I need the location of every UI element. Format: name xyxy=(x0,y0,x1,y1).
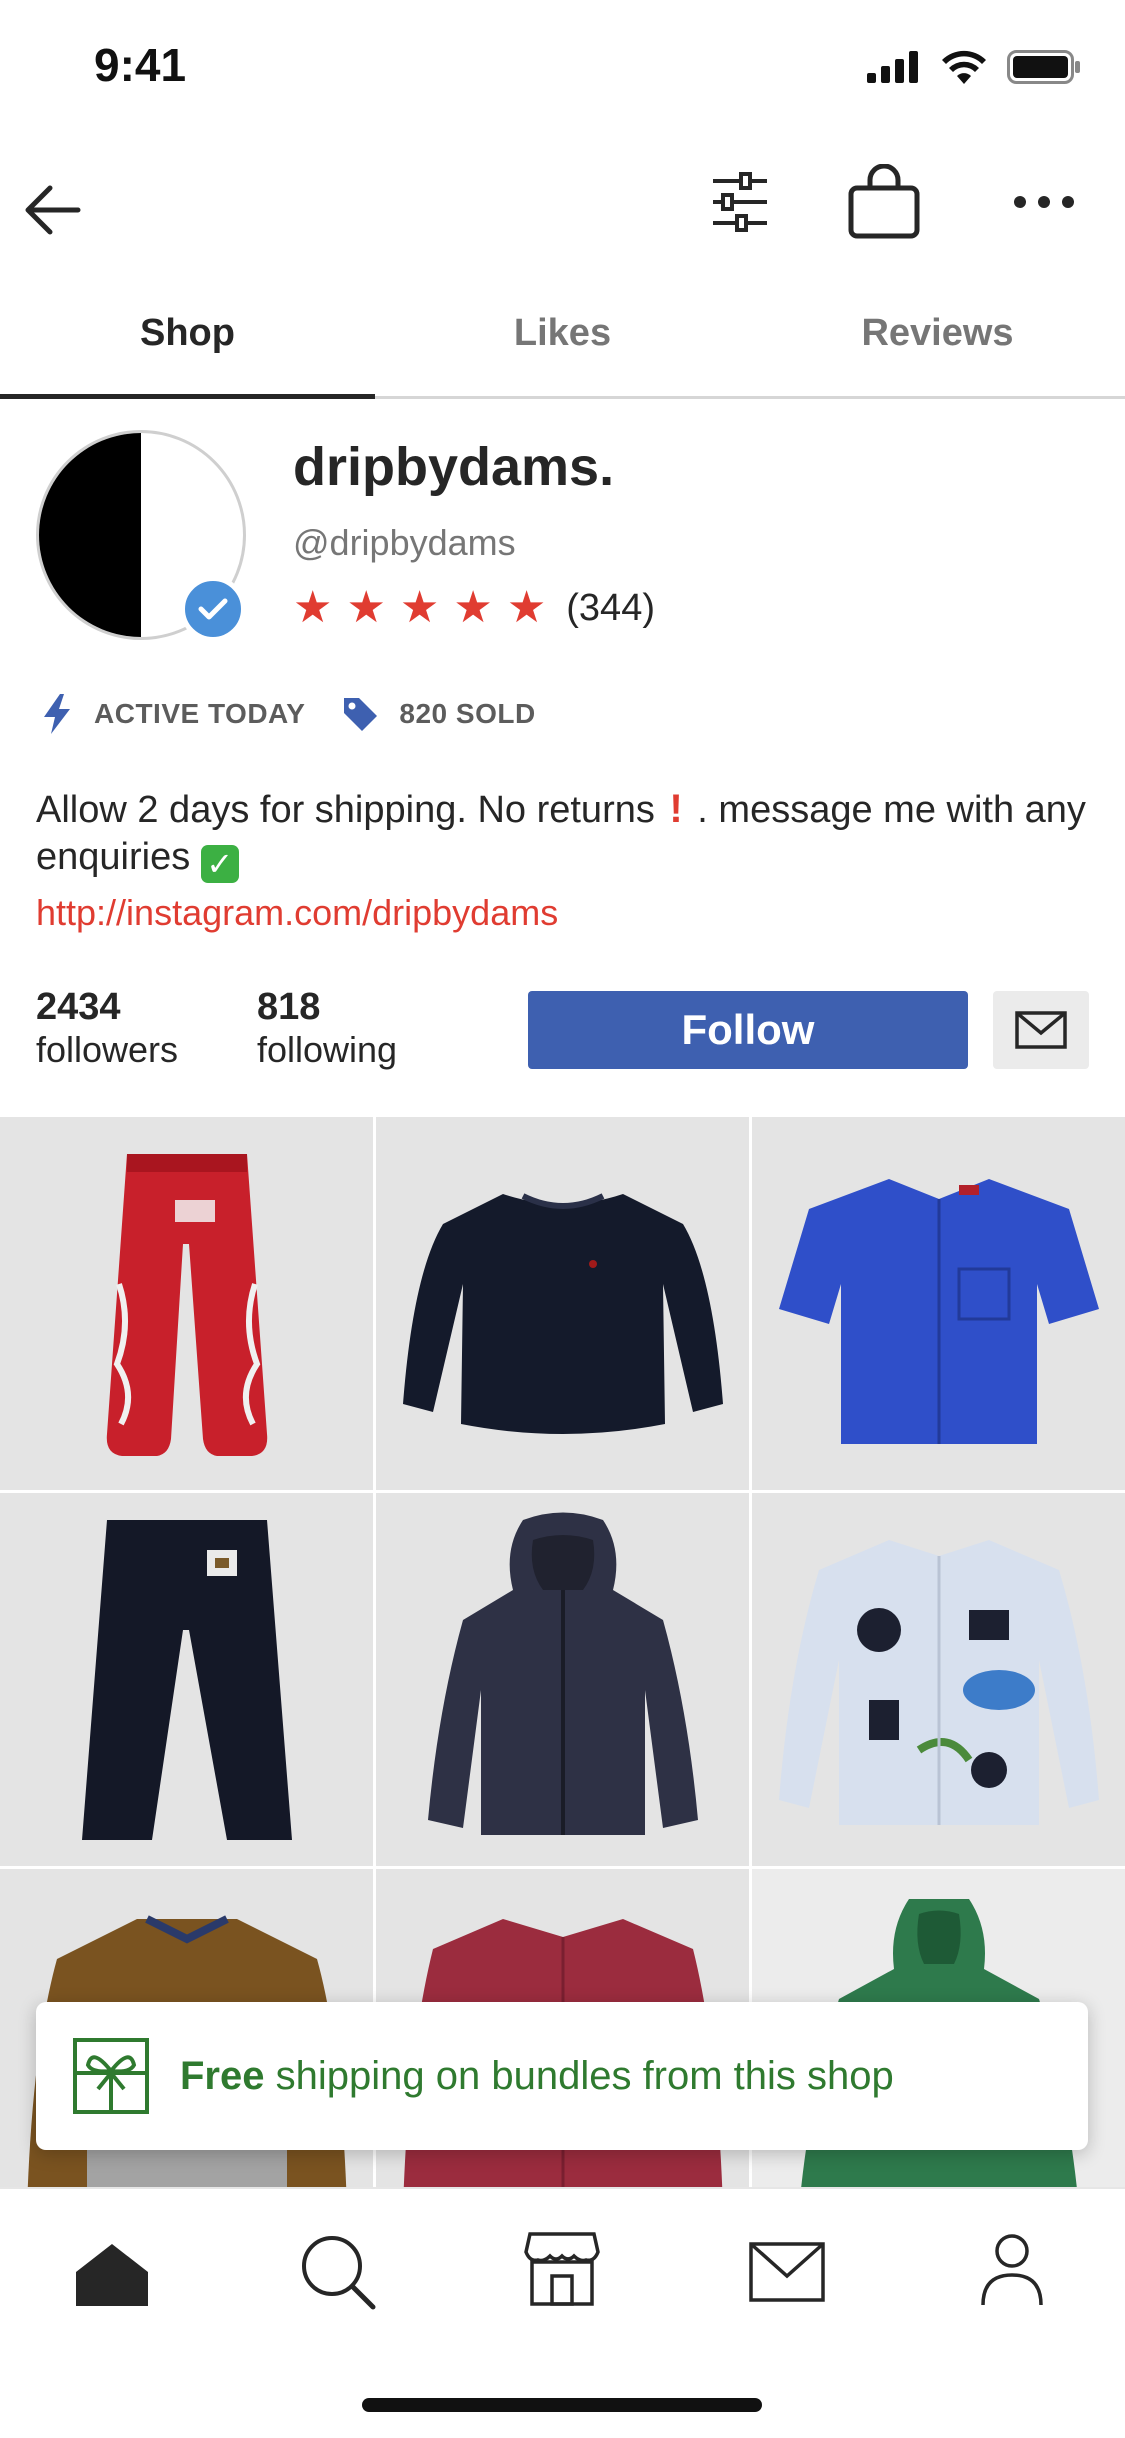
message-button[interactable] xyxy=(993,991,1089,1069)
status-time: 9:41 xyxy=(94,39,187,91)
sold-count-label: 820 SOLD xyxy=(399,698,536,729)
checkmark-icon xyxy=(198,598,228,620)
gift-icon xyxy=(73,2038,149,2114)
free-shipping-banner[interactable]: Free shipping on bundles from this shop xyxy=(36,2002,1088,2150)
banner-text: shipping on bundles from this shop xyxy=(264,2053,894,2098)
arrow-left-icon xyxy=(25,185,81,235)
shop-bio: Allow 2 days for shipping. No returns ! … xyxy=(36,786,1096,883)
envelope-icon xyxy=(1015,1011,1067,1049)
more-dots-icon xyxy=(1014,196,1074,208)
star-icon: ★ xyxy=(453,583,493,632)
banner-message: Free shipping on bundles from this shop xyxy=(180,2054,894,2099)
avatar-black-half xyxy=(39,433,141,637)
more-options-button[interactable] xyxy=(1004,172,1084,232)
rating-count: (344) xyxy=(566,586,655,629)
following-stat[interactable]: 818 following xyxy=(257,986,397,1071)
sweatpants-image xyxy=(106,1153,267,1456)
product-tile-navy-windbreaker-jacket[interactable] xyxy=(376,1493,749,1866)
banner-bold-text: Free xyxy=(180,2053,265,2098)
home-indicator xyxy=(362,2398,762,2412)
product-tile-black-cargo-pants[interactable] xyxy=(0,1493,373,1866)
filter-button[interactable] xyxy=(700,162,780,242)
nav-search[interactable] xyxy=(288,2227,388,2317)
star-icon: ★ xyxy=(506,583,547,632)
tab-shop[interactable]: Shop xyxy=(0,270,375,399)
profile-icon xyxy=(981,2234,1043,2306)
sweatshirt-image xyxy=(402,1192,723,1434)
bio-link[interactable]: http://instagram.com/dripbydams xyxy=(36,892,558,934)
followers-label: followers xyxy=(36,1029,179,1070)
tag-icon xyxy=(344,698,378,731)
search-icon xyxy=(302,2236,376,2310)
nav-shop[interactable] xyxy=(512,2223,612,2313)
pants-image xyxy=(81,1519,292,1840)
product-tile-red-sweatpants[interactable] xyxy=(0,1117,373,1490)
shop-badges: ACTIVE TODAY 820 SOLD xyxy=(42,694,536,734)
bio-text-1: Allow 2 days for shipping. No returns xyxy=(36,789,655,831)
storefront-icon xyxy=(524,2232,600,2306)
status-icons xyxy=(867,50,1081,84)
bag-button[interactable] xyxy=(842,160,926,244)
followers-count: 2434 xyxy=(36,986,121,1028)
exclamation-emoji-icon: ! xyxy=(669,787,683,831)
follow-button[interactable]: Follow xyxy=(528,991,968,1069)
nav-profile[interactable] xyxy=(962,2225,1062,2315)
wifi-icon xyxy=(942,50,986,84)
lightning-icon xyxy=(44,694,70,734)
battery-icon xyxy=(1007,50,1080,84)
verified-badge-icon xyxy=(180,576,246,642)
product-tile-printed-button-shirt[interactable] xyxy=(752,1493,1125,1866)
product-tile-blue-short-sleeve-shirt[interactable] xyxy=(752,1117,1125,1490)
star-icon: ★ xyxy=(293,583,333,632)
star-icon: ★ xyxy=(346,583,386,632)
filter-sliders-icon xyxy=(713,172,767,232)
shop-handle: @dripbydams xyxy=(293,522,516,563)
following-count: 818 xyxy=(257,986,321,1028)
jacket-image xyxy=(427,1512,698,1835)
profile-tabs: Shop Likes Reviews xyxy=(0,270,1125,399)
shopping-bag-icon xyxy=(848,164,920,239)
top-navigation xyxy=(0,160,1125,260)
active-today-label: ACTIVE TODAY xyxy=(94,698,306,729)
star-icon: ★ xyxy=(399,583,440,632)
home-icon xyxy=(76,2244,148,2306)
product-tile-navy-sweatshirt[interactable] xyxy=(376,1117,749,1490)
nav-home[interactable] xyxy=(62,2229,162,2319)
followers-stat[interactable]: 2434 followers xyxy=(36,986,178,1071)
nav-inbox[interactable] xyxy=(737,2227,837,2317)
envelope-icon xyxy=(749,2242,825,2302)
tab-reviews[interactable]: Reviews xyxy=(750,270,1125,396)
shirt-image xyxy=(778,1178,1099,1444)
rating[interactable]: ★ ★ ★ ★ ★ (344) xyxy=(293,586,655,630)
printed-shirt-image xyxy=(778,1539,1099,1825)
cellular-signal-icon xyxy=(867,51,918,83)
check-emoji-icon: ✓ xyxy=(200,845,239,883)
following-label: following xyxy=(257,1029,398,1070)
shop-name: dripbydams. xyxy=(293,437,615,497)
tab-likes[interactable]: Likes xyxy=(375,270,750,396)
back-button[interactable] xyxy=(14,172,90,248)
